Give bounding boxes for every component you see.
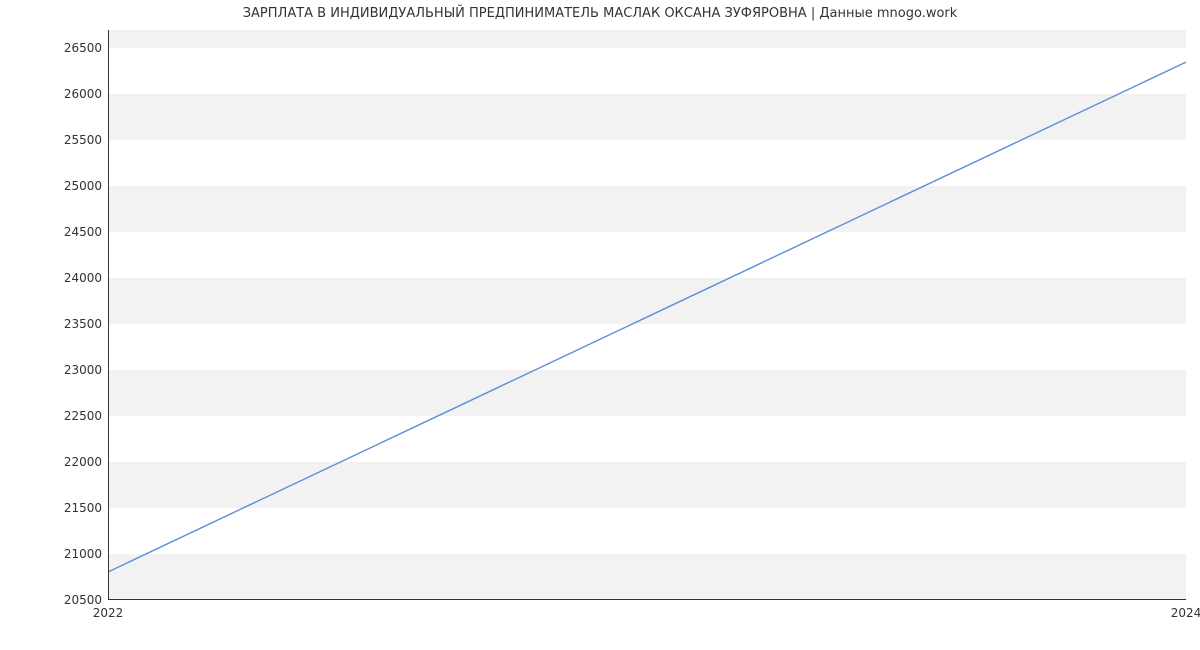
- chart-container: ЗАРПЛАТА В ИНДИВИДУАЛЬНЫЙ ПРЕДПИНИМАТЕЛЬ…: [0, 0, 1200, 650]
- x-tick-label: 2022: [93, 606, 124, 620]
- y-tick-label: 23000: [12, 363, 102, 377]
- y-tick-label: 22000: [12, 455, 102, 469]
- line-series: [109, 30, 1186, 599]
- plot-area: [108, 30, 1186, 600]
- y-tick-label: 24500: [12, 225, 102, 239]
- y-tick-label: 20500: [12, 593, 102, 607]
- x-tick-label: 2024: [1171, 606, 1200, 620]
- y-tick-label: 23500: [12, 317, 102, 331]
- chart-title: ЗАРПЛАТА В ИНДИВИДУАЛЬНЫЙ ПРЕДПИНИМАТЕЛЬ…: [0, 6, 1200, 21]
- y-tick-label: 25000: [12, 179, 102, 193]
- y-tick-label: 26000: [12, 87, 102, 101]
- y-tick-label: 25500: [12, 133, 102, 147]
- y-tick-label: 24000: [12, 271, 102, 285]
- y-tick-label: 26500: [12, 41, 102, 55]
- y-tick-label: 22500: [12, 409, 102, 423]
- y-tick-label: 21500: [12, 501, 102, 515]
- y-tick-label: 21000: [12, 547, 102, 561]
